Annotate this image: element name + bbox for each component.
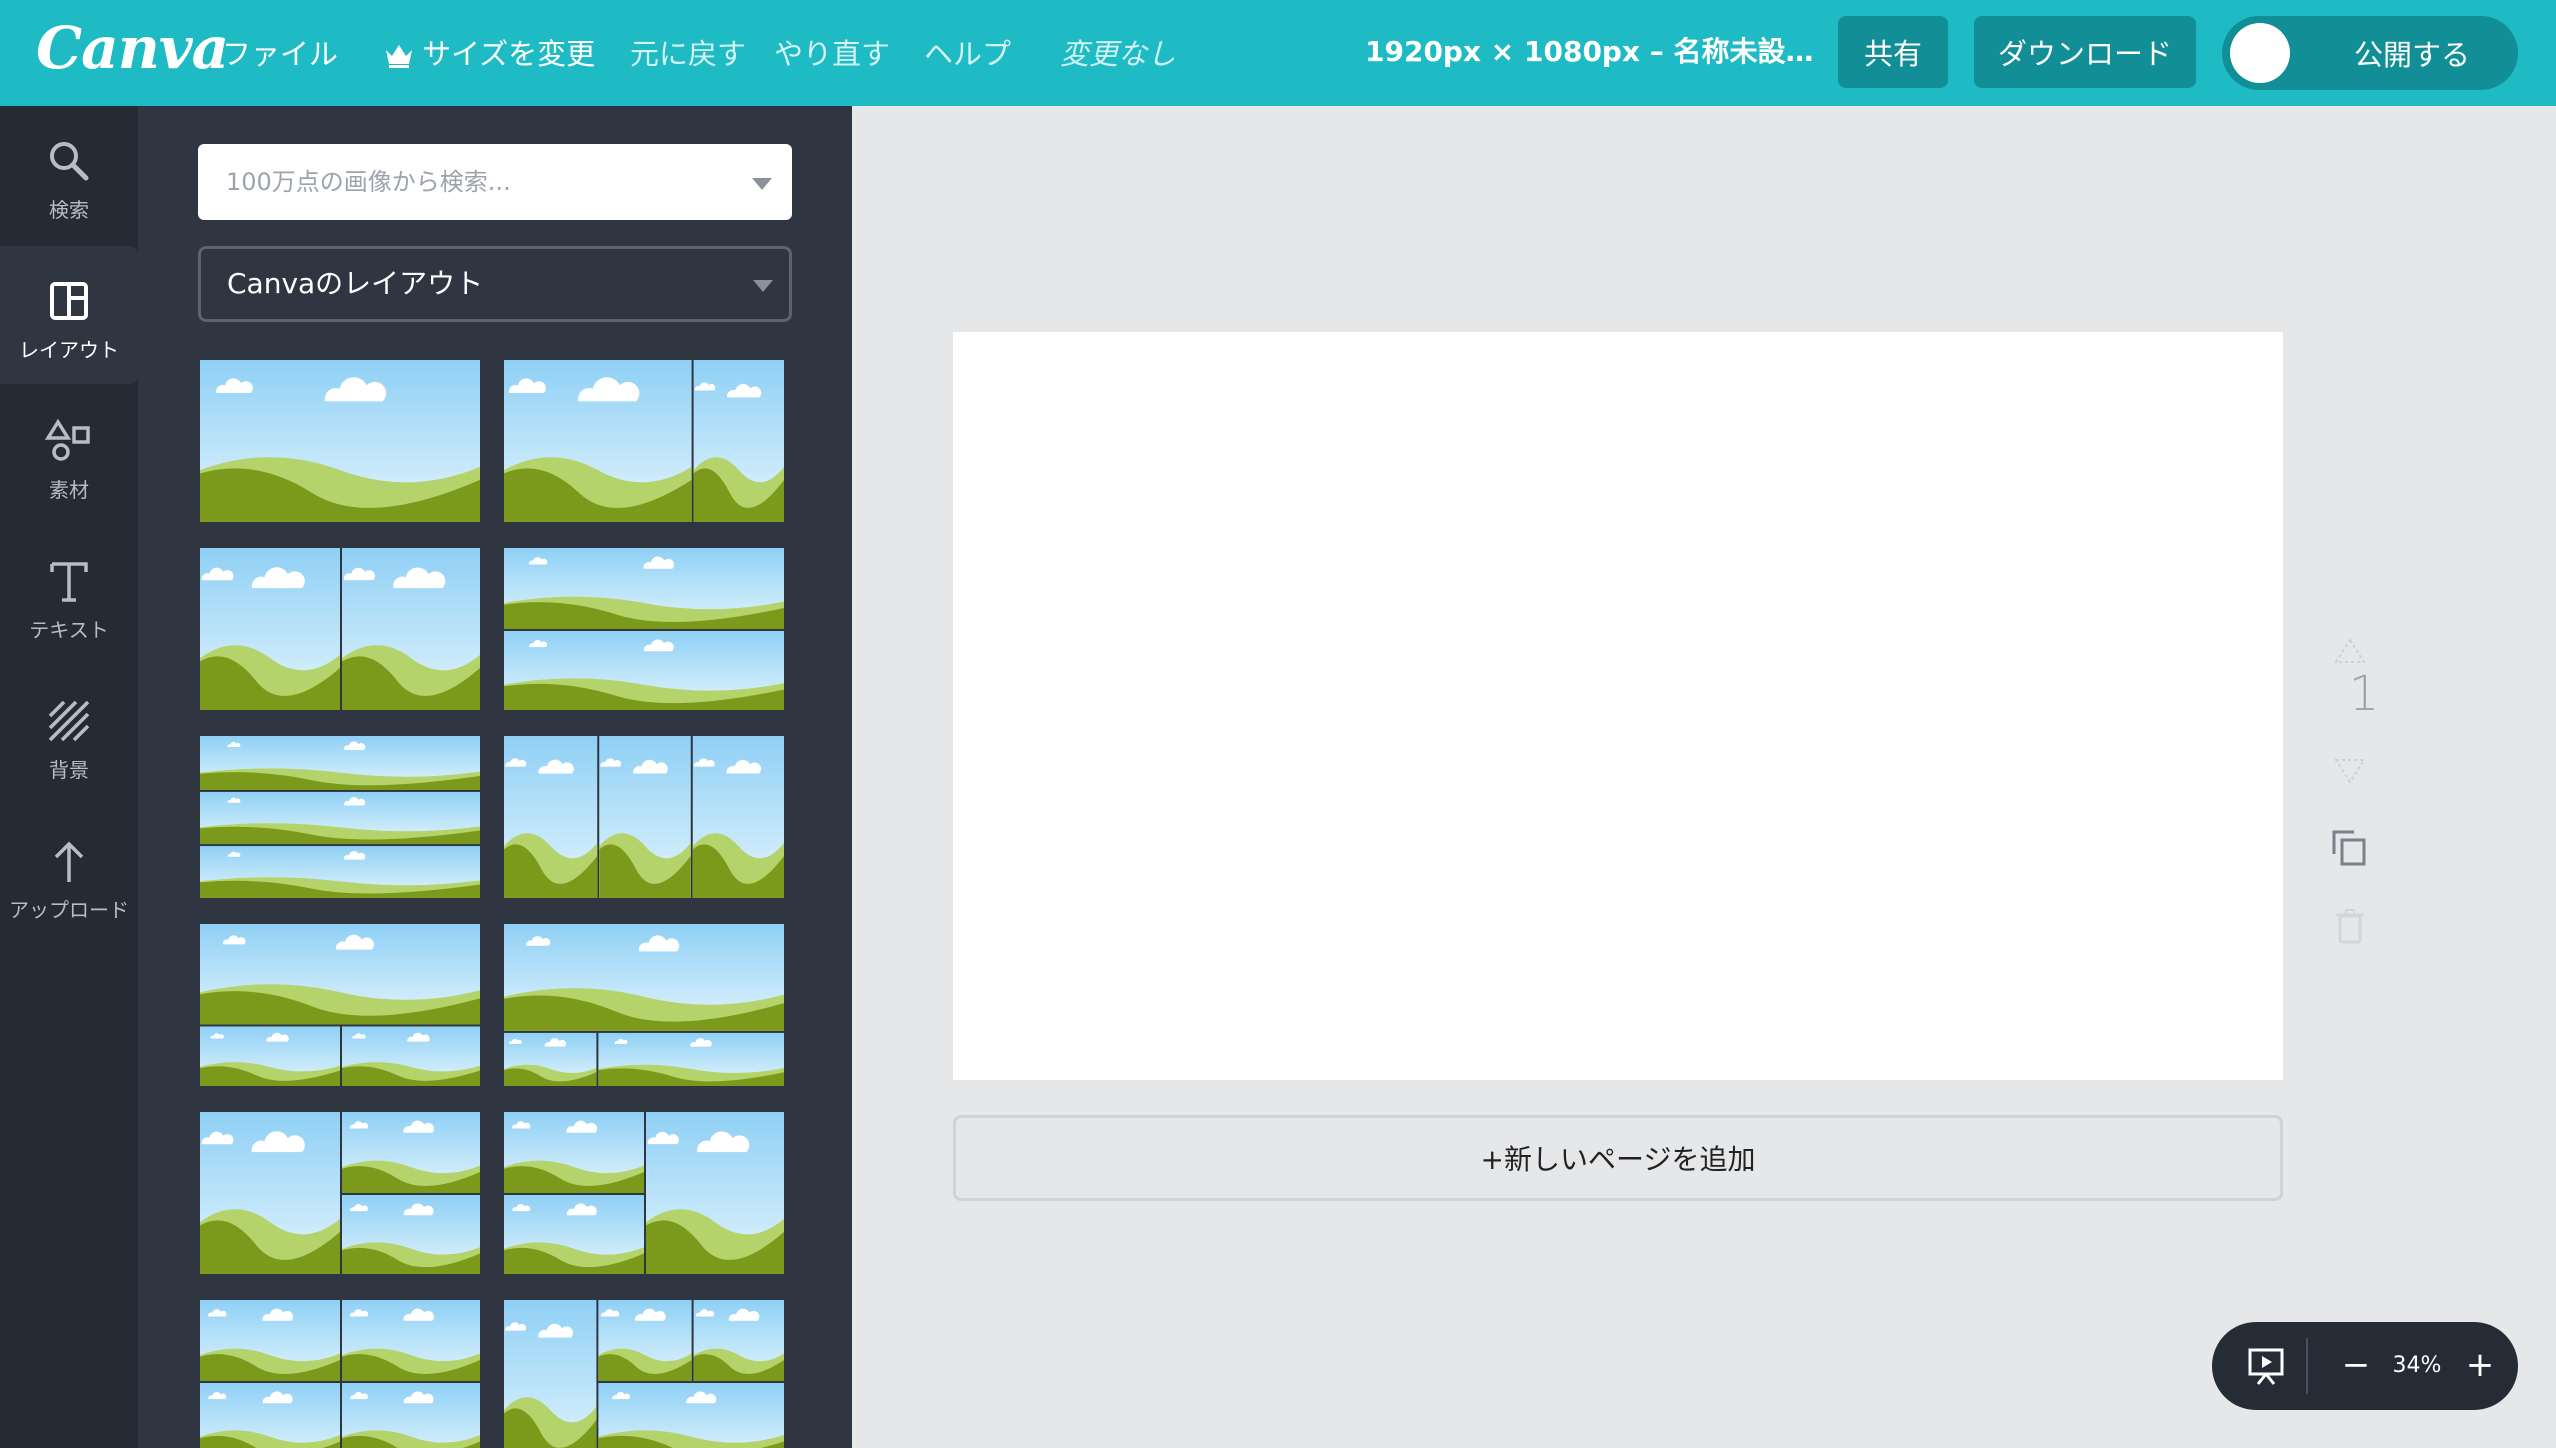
move-page-down-icon[interactable]: [2326, 746, 2374, 794]
image-search[interactable]: [198, 144, 792, 220]
design-page[interactable]: [953, 332, 2283, 1080]
search-input[interactable]: [198, 144, 738, 220]
layout-icon: [44, 276, 94, 326]
nav-text[interactable]: テキスト: [0, 526, 138, 664]
nav-elements[interactable]: 素材: [0, 386, 138, 524]
nav-layout[interactable]: レイアウト: [0, 246, 138, 384]
menu-resize[interactable]: サイズを変更: [384, 34, 595, 78]
share-button[interactable]: 共有: [1838, 16, 1948, 88]
layout-category-select[interactable]: Canvaのレイアウト: [198, 246, 792, 322]
design-workspace: +新しいページを追加 1 − 34% +: [852, 106, 2556, 1448]
nav-background-label: 背景: [49, 758, 89, 782]
page-number: 1: [2348, 666, 2380, 722]
search-dropdown-icon[interactable]: [752, 178, 772, 190]
save-status: 変更なし: [1060, 37, 1177, 71]
menu-redo[interactable]: やり直す: [774, 34, 890, 74]
layout-category-label: Canvaのレイアウト: [227, 267, 484, 300]
zoom-controls: − 34% +: [2212, 1322, 2518, 1410]
nav-upload-label: アップロード: [9, 898, 129, 922]
publish-label: 公開する: [2353, 38, 2470, 72]
nav-upload[interactable]: アップロード: [0, 806, 138, 944]
layout-panel: Canvaのレイアウト: [138, 106, 852, 1448]
layout-thumbnail-top-wide-bottom-two[interactable]: [200, 924, 480, 1086]
delete-page-icon[interactable]: [2326, 902, 2374, 950]
nav-search-label: 検索: [49, 198, 89, 222]
layout-thumbnail-two-rows[interactable]: [504, 548, 784, 710]
search-icon: [44, 136, 94, 186]
menu-undo[interactable]: 元に戻す: [630, 34, 746, 74]
layout-thumbnail-two-columns[interactable]: [200, 548, 480, 710]
menu-resize-label: サイズを変更: [422, 37, 596, 71]
shapes-icon: [44, 416, 94, 466]
layout-thumbnail-photo-wide-plus-narrow[interactable]: [504, 360, 784, 522]
publish-toggle[interactable]: 公開する: [2222, 16, 2518, 90]
layout-thumbnail-three-rows[interactable]: [200, 736, 480, 898]
menu-file[interactable]: ファイル: [222, 34, 338, 74]
top-bar: Canva ファイル サイズを変更 元に戻す やり直す ヘルプ 変更なし 192…: [0, 0, 2556, 106]
layout-thumbnail-four-grid[interactable]: [200, 1300, 480, 1448]
canva-logo[interactable]: Canva: [36, 14, 229, 82]
layout-thumbnail-single-photo[interactable]: [200, 360, 480, 522]
layout-thumbnail-left-large-right-two[interactable]: [200, 1112, 480, 1274]
add-page-button[interactable]: +新しいページを追加: [953, 1115, 2283, 1201]
upload-icon: [44, 836, 94, 886]
layout-thumbnail-mixed-grid[interactable]: [504, 1300, 784, 1448]
nav-layout-label: レイアウト: [19, 338, 119, 362]
layout-thumbnail-grid: [200, 360, 784, 1448]
nav-search[interactable]: 検索: [0, 106, 138, 244]
crown-icon: [384, 38, 414, 78]
present-icon[interactable]: [2242, 1342, 2290, 1390]
layout-thumbnail-three-columns[interactable]: [504, 736, 784, 898]
menu-help[interactable]: ヘルプ: [924, 34, 1011, 74]
side-nav-rail: 検索 レイアウト 素材 テキスト 背景 アップロード: [0, 106, 138, 1448]
nav-background[interactable]: 背景: [0, 666, 138, 804]
zoom-level[interactable]: 34%: [2380, 1342, 2454, 1390]
nav-elements-label: 素材: [49, 478, 89, 502]
nav-text-label: テキスト: [29, 618, 109, 642]
toggle-knob: [2230, 23, 2290, 83]
text-icon: [44, 556, 94, 606]
chevron-down-icon: [753, 280, 773, 292]
background-icon: [44, 696, 94, 746]
duplicate-page-icon[interactable]: [2326, 824, 2374, 872]
zoom-out-button[interactable]: −: [2332, 1342, 2380, 1390]
layout-thumbnail-top-wide-bottom-two-variant[interactable]: [504, 924, 784, 1086]
document-title[interactable]: 1920px × 1080px – 名称未設定の...: [1365, 32, 1825, 72]
layout-thumbnail-left-two-right-large[interactable]: [504, 1112, 784, 1274]
download-button[interactable]: ダウンロード: [1974, 16, 2196, 88]
zoom-divider: [2306, 1338, 2308, 1394]
zoom-in-button[interactable]: +: [2456, 1342, 2504, 1390]
